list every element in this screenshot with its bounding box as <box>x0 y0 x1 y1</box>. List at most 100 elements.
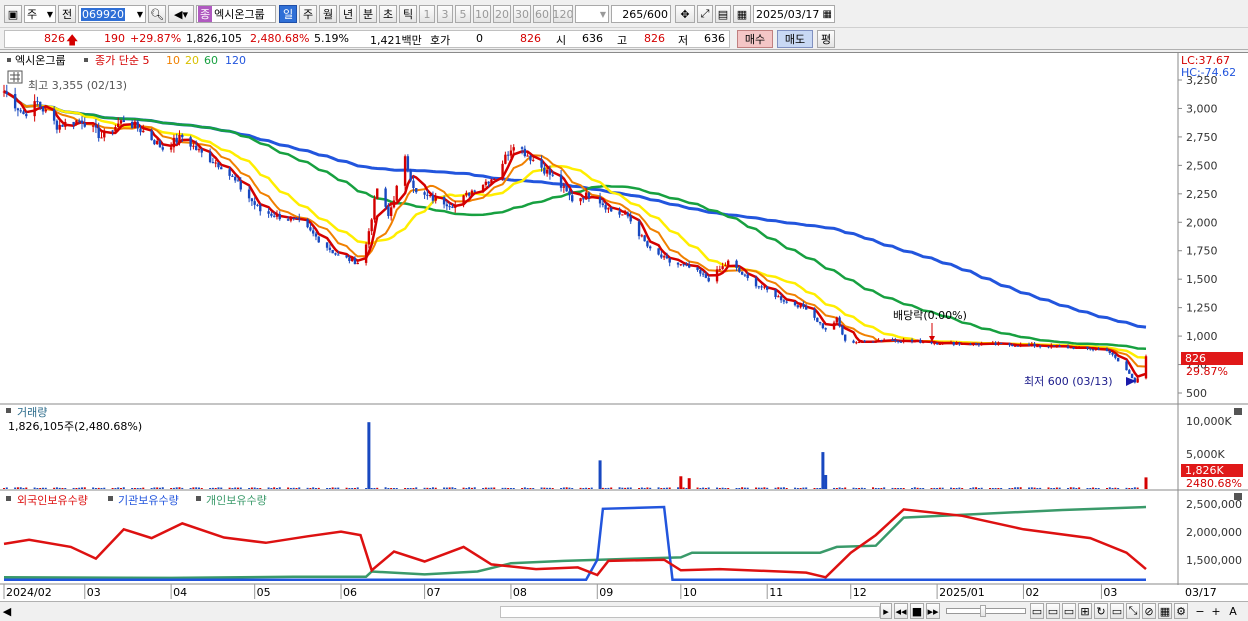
volume-bar <box>273 487 276 489</box>
candle-body <box>526 155 529 157</box>
candle-body <box>568 191 571 196</box>
interval-20[interactable]: 20 <box>493 5 511 23</box>
date-input[interactable]: 2025/03/17 ▦ <box>753 5 835 23</box>
candle-body <box>1077 346 1081 348</box>
volume-bar <box>897 488 900 489</box>
volume-bar <box>465 488 468 489</box>
volume-bar <box>746 487 749 489</box>
volume-bar <box>97 487 100 489</box>
split-icon[interactable]: ▭ <box>1046 603 1060 619</box>
candle-body <box>367 231 371 245</box>
candle-body <box>665 256 669 259</box>
print-icon[interactable]: ▤ <box>715 5 731 23</box>
interval-10[interactable]: 10 <box>473 5 491 23</box>
volume-bar <box>1036 488 1039 489</box>
interval-select[interactable]: ▼ <box>575 5 609 23</box>
volume-bar <box>1019 487 1022 489</box>
candle-body <box>278 214 281 220</box>
count-field[interactable]: 265/600 <box>611 5 671 23</box>
play-icon[interactable]: ▸ <box>880 603 892 619</box>
volume-bar <box>741 487 744 489</box>
volume-bar <box>774 487 777 489</box>
grid-toggle-icon[interactable]: ▦ <box>1158 603 1172 619</box>
sell-button[interactable]: 매도 <box>777 30 813 48</box>
volume-bar <box>114 488 117 489</box>
volume-bar <box>1039 487 1042 489</box>
volume-bar <box>969 488 972 489</box>
candle-body <box>1030 343 1033 345</box>
copy-icon[interactable]: ▭ <box>1110 603 1124 619</box>
eval-button[interactable]: 평 <box>817 30 835 48</box>
scroll-track[interactable] <box>500 606 880 618</box>
search-icon[interactable]: 🔍︎ <box>148 5 166 23</box>
text-size-icon[interactable]: A <box>1226 603 1240 619</box>
company-field[interactable]: 종 엑시온그룹 <box>196 5 276 23</box>
settings-icon[interactable]: ⚙ <box>1174 603 1188 619</box>
stop-icon[interactable]: ■ <box>910 603 924 619</box>
candle-body <box>509 150 513 156</box>
candle-body <box>562 186 566 188</box>
volume-bar <box>462 487 465 489</box>
zoom-in-icon[interactable]: + <box>1210 603 1222 619</box>
volume-bar <box>434 487 437 489</box>
crosshair-icon[interactable]: ✥ <box>675 5 695 23</box>
period-minute[interactable]: 분 <box>359 5 377 23</box>
price-tick-label: 500 <box>1186 387 1207 400</box>
volume-bar <box>1072 487 1075 489</box>
trend-icon[interactable]: ⤢ <box>697 5 713 23</box>
grid-icon[interactable] <box>7 70 23 84</box>
candle-body <box>434 197 437 201</box>
close-panel-icon[interactable] <box>1234 408 1242 415</box>
period-select[interactable]: 주 ▼ <box>24 5 56 23</box>
volume-bar <box>646 487 649 489</box>
code-input[interactable]: 069920 ▼ <box>78 5 146 23</box>
interval-3[interactable]: 3 <box>437 5 453 23</box>
volume-bar <box>58 487 61 489</box>
interval-5[interactable]: 5 <box>455 5 471 23</box>
volume-bar <box>44 487 47 489</box>
speaker-icon[interactable]: ◀▾ <box>168 5 194 23</box>
window-icon[interactable]: ▣ <box>4 5 22 23</box>
tool-icon[interactable]: ⤡ <box>1126 603 1140 619</box>
volume-bar <box>682 487 685 489</box>
zoom-slider-thumb[interactable] <box>980 605 986 617</box>
candle-body <box>473 190 476 192</box>
volume-bar <box>351 488 354 489</box>
forward-icon[interactable]: ▸▸ <box>926 603 940 619</box>
volume-bar <box>298 487 301 489</box>
refresh-icon[interactable]: ↻ <box>1094 603 1108 619</box>
volume-bar <box>295 488 298 489</box>
save-icon[interactable]: ▦ <box>733 5 751 23</box>
period-tick[interactable]: 틱 <box>399 5 417 23</box>
volume-bar <box>25 487 28 489</box>
compare-button[interactable]: 전 <box>58 5 76 23</box>
candle-body <box>696 267 699 271</box>
candle-body <box>331 249 334 254</box>
period-day[interactable]: 일 <box>279 5 297 23</box>
candle-body <box>1094 348 1098 350</box>
period-month[interactable]: 월 <box>319 5 337 23</box>
interval-60[interactable]: 60 <box>533 5 551 23</box>
period-week[interactable]: 주 <box>299 5 317 23</box>
link-icon[interactable]: ⊘ <box>1142 603 1156 619</box>
volume-bar <box>80 487 83 489</box>
zoom-slider[interactable] <box>946 608 1026 614</box>
candle-body <box>816 317 819 322</box>
layout-icon[interactable]: ▭ <box>1030 603 1044 619</box>
interval-1[interactable]: 1 <box>419 5 435 23</box>
close-panel-icon[interactable] <box>1234 493 1242 500</box>
zoom-out-icon[interactable]: − <box>1194 603 1206 619</box>
candle-body <box>389 207 393 216</box>
volume-bar <box>657 487 660 489</box>
fit-icon[interactable]: ⊞ <box>1078 603 1092 619</box>
scroll-left-icon[interactable]: ◀ <box>0 604 14 619</box>
legend-ma120: 120 <box>225 54 246 67</box>
period-year[interactable]: 년 <box>339 5 357 23</box>
period-second[interactable]: 초 <box>379 5 397 23</box>
candle-body <box>298 218 301 220</box>
interval-120[interactable]: 120 <box>553 5 573 23</box>
interval-30[interactable]: 30 <box>513 5 531 23</box>
buy-button[interactable]: 매수 <box>737 30 773 48</box>
tile-icon[interactable]: ▭ <box>1062 603 1076 619</box>
rewind-icon[interactable]: ◂◂ <box>894 603 908 619</box>
